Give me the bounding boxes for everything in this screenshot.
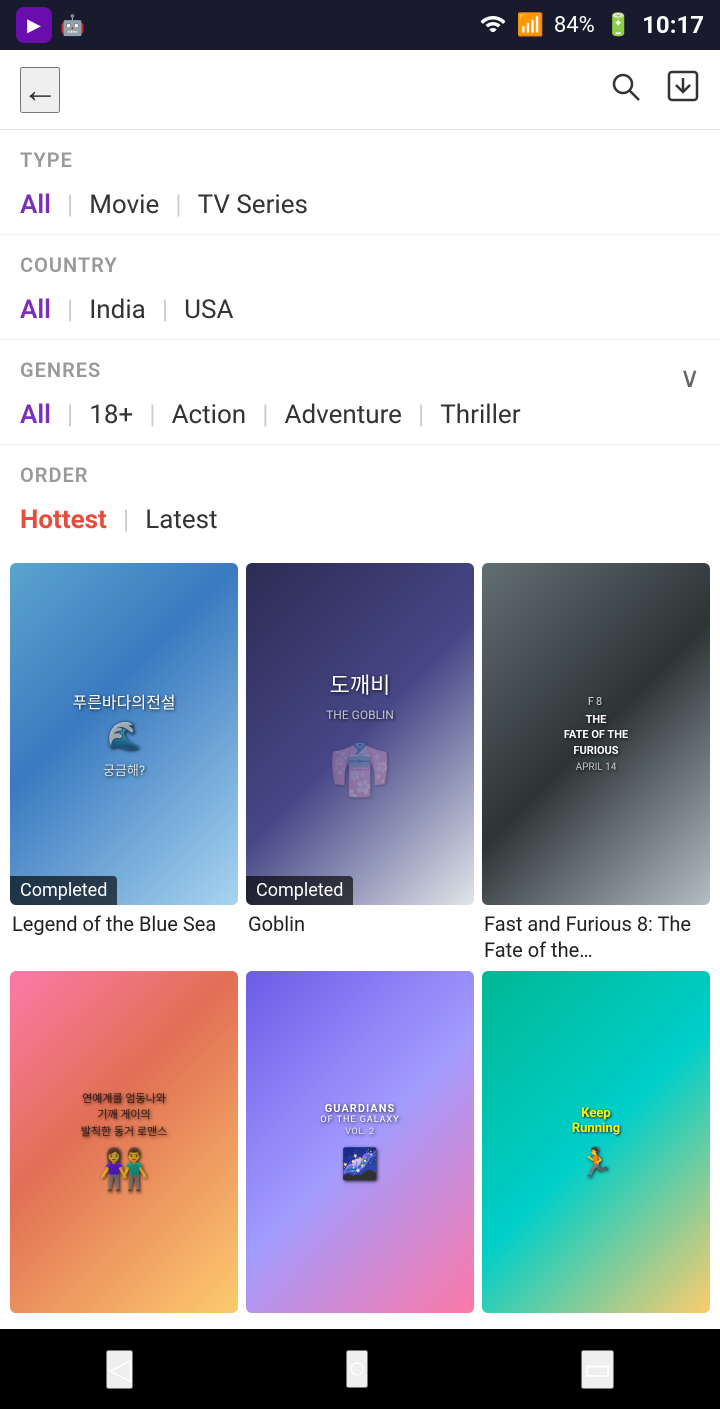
movie-card-4[interactable]: 연예계를 엄동나와기깨 게이의발칙한 동거 로맨스 👫: [10, 971, 238, 1319]
movie-card-3[interactable]: F8 THEFATE OF THEFURIOUS APRIL 14 Fast a…: [482, 563, 710, 963]
battery-text: 84%: [554, 13, 595, 38]
status-left: ▶ 🤖: [16, 7, 85, 43]
genre-adventure[interactable]: Adventure: [285, 396, 402, 434]
top-icons: [608, 69, 700, 111]
battery-icon: 🔋: [605, 13, 632, 38]
genre-thriller[interactable]: Thriller: [440, 396, 520, 434]
country-india[interactable]: India: [89, 291, 146, 329]
genre-18plus[interactable]: 18+: [89, 396, 133, 434]
completed-badge-2: Completed: [246, 876, 353, 905]
status-right: 📶 84% 🔋 10:17: [479, 11, 705, 39]
country-all[interactable]: All: [20, 291, 51, 329]
nav-home-button[interactable]: ○: [346, 1350, 368, 1388]
country-filter-row: All | India | USA: [20, 291, 700, 329]
movie-card-1[interactable]: 푸른바다의전설 🌊 궁금해? Completed Legend of the B…: [10, 563, 238, 963]
movie-poster-2: 도깨비 THE GOBLIN 👘 Completed: [246, 563, 474, 905]
movie-grid: 푸른바다의전설 🌊 궁금해? Completed Legend of the B…: [0, 553, 720, 1329]
genres-header: GENRES ∨: [20, 358, 700, 396]
genre-action[interactable]: Action: [172, 396, 247, 434]
genres-label: GENRES: [20, 358, 101, 382]
nav-back-button[interactable]: ◁: [106, 1350, 133, 1389]
movie-card-6[interactable]: KeepRunning 🏃: [482, 971, 710, 1319]
wifi-icon: [479, 12, 507, 38]
country-usa[interactable]: USA: [184, 291, 233, 329]
type-movie[interactable]: Movie: [89, 186, 159, 224]
movie-poster-3: F8 THEFATE OF THEFURIOUS APRIL 14: [482, 563, 710, 905]
type-filter-row: All | Movie | TV Series: [20, 186, 700, 224]
completed-badge-1: Completed: [10, 876, 117, 905]
movie-poster-1: 푸른바다의전설 🌊 궁금해? Completed: [10, 563, 238, 905]
order-filter-section: ORDER Hottest | Latest: [0, 445, 720, 553]
genre-all[interactable]: All: [20, 396, 51, 434]
nav-recent-button[interactable]: ▭: [581, 1350, 613, 1389]
movie-poster-5: GUARDIANS OF THE GALAXY VOL. 2 🌌: [246, 971, 474, 1313]
type-filter-section: TYPE All | Movie | TV Series: [0, 130, 720, 235]
country-label: COUNTRY: [20, 253, 700, 277]
order-filter-row: Hottest | Latest: [20, 501, 700, 539]
sim-icon: 📶: [517, 13, 544, 38]
time-display: 10:17: [642, 11, 704, 39]
search-icon[interactable]: [608, 69, 642, 111]
top-bar: ←: [0, 50, 720, 130]
bottom-nav: ◁ ○ ▭: [0, 1329, 720, 1409]
app-icon: ▶: [16, 7, 52, 43]
movie-title-1: Legend of the Blue Sea: [10, 911, 238, 937]
order-label: ORDER: [20, 463, 700, 487]
movie-title-2: Goblin: [246, 911, 474, 937]
movie-card-5[interactable]: GUARDIANS OF THE GALAXY VOL. 2 🌌: [246, 971, 474, 1319]
back-button[interactable]: ←: [20, 67, 60, 113]
chevron-down-icon[interactable]: ∨: [680, 361, 701, 394]
order-hottest[interactable]: Hottest: [20, 501, 107, 539]
movie-title-3: Fast and Furious 8: The Fate of the…: [482, 911, 710, 963]
movie-poster-6: KeepRunning 🏃: [482, 971, 710, 1313]
type-all[interactable]: All: [20, 186, 51, 224]
genres-filter-row: All | 18+ | Action | Adventure | Thrille…: [20, 396, 700, 434]
type-tvseries[interactable]: TV Series: [198, 186, 308, 224]
type-label: TYPE: [20, 148, 700, 172]
download-icon[interactable]: [666, 69, 700, 111]
status-bar: ▶ 🤖 📶 84% 🔋 10:17: [0, 0, 720, 50]
movie-card-2[interactable]: 도깨비 THE GOBLIN 👘 Completed Goblin: [246, 563, 474, 963]
genres-filter-section: GENRES ∨ All | 18+ | Action | Adventure …: [0, 340, 720, 445]
movie-poster-4: 연예계를 엄동나와기깨 게이의발칙한 동거 로맨스 👫: [10, 971, 238, 1313]
country-filter-section: COUNTRY All | India | USA: [0, 235, 720, 340]
android-icon: 🤖: [60, 13, 85, 37]
order-latest[interactable]: Latest: [145, 501, 217, 539]
